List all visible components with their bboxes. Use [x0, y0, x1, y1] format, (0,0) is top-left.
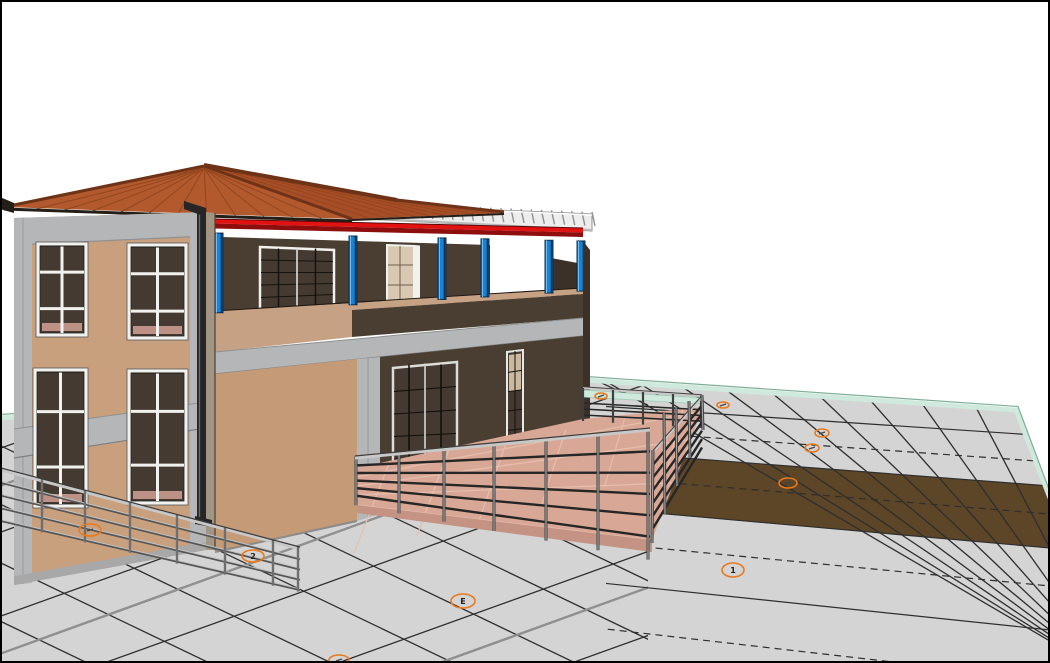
hipped-roof [2, 163, 505, 223]
svg-text:E: E [460, 597, 465, 606]
svg-text:1: 1 [730, 566, 736, 575]
svg-text:2: 2 [250, 552, 256, 561]
viewport-3d-frame[interactable]: 2 E 1 [0, 0, 1050, 663]
model-canvas[interactable]: 2 E 1 [2, 2, 1048, 661]
